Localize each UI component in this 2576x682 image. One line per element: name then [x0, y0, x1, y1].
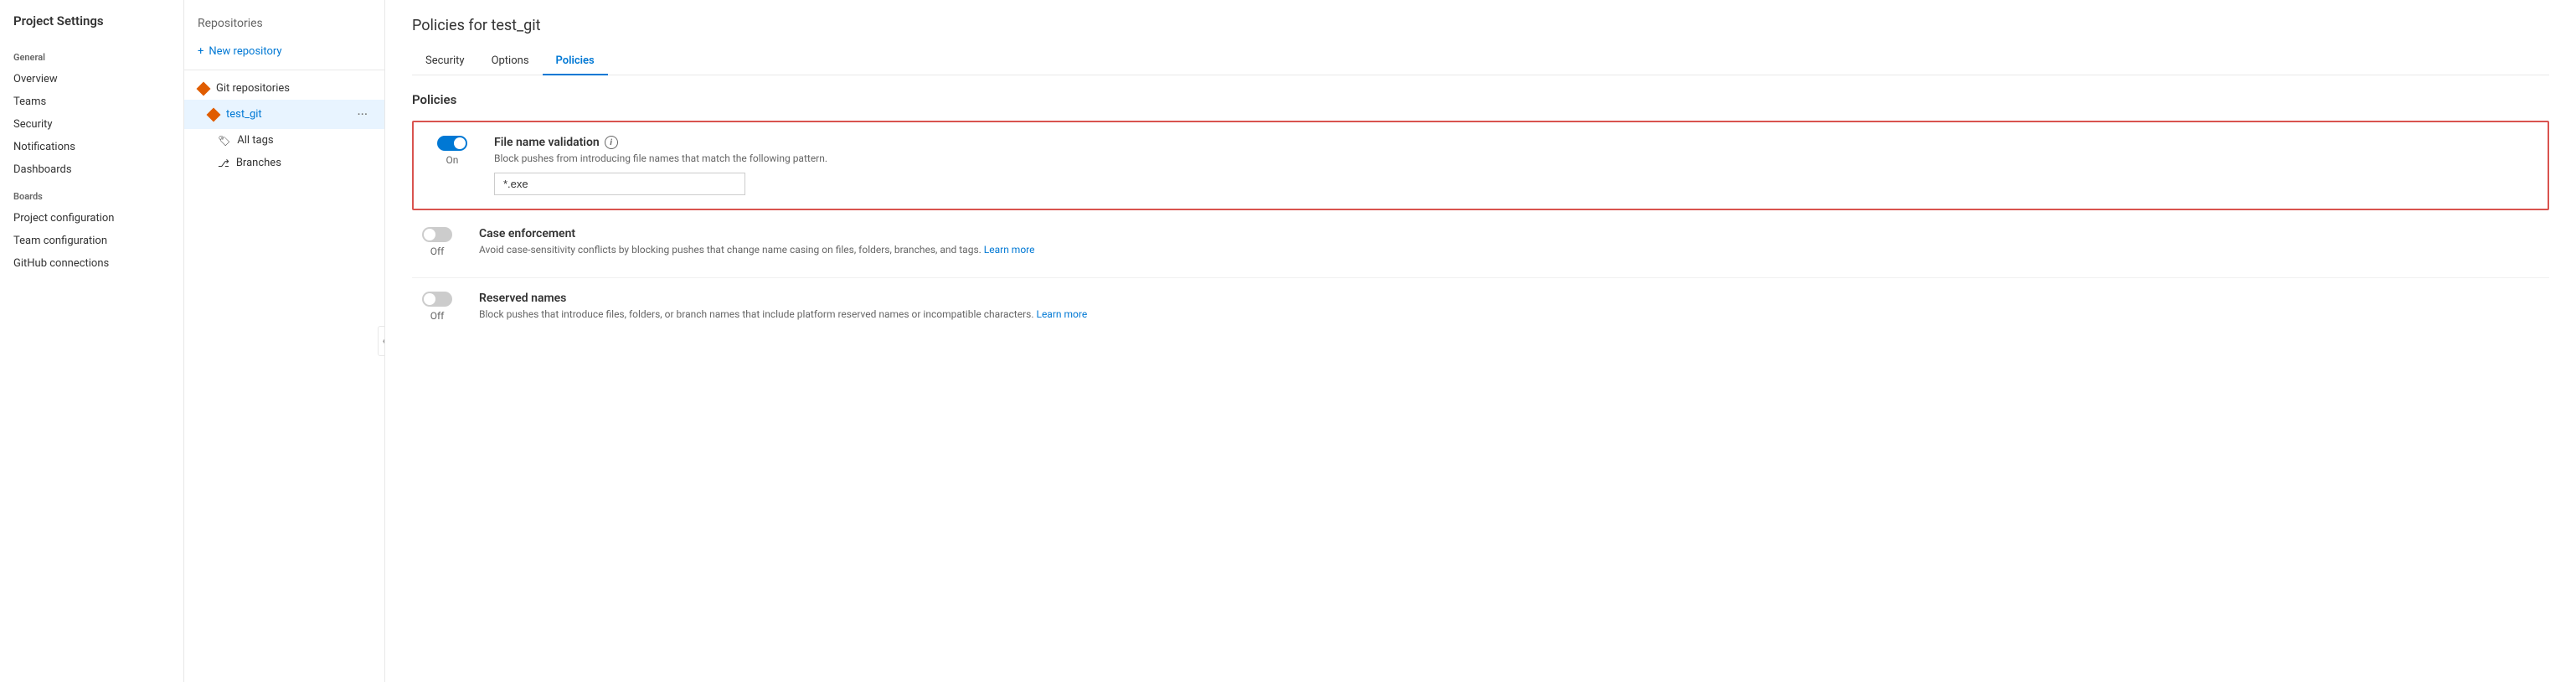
policy-status-reserved: Off — [430, 310, 445, 322]
file-name-pattern-input[interactable] — [494, 173, 745, 195]
policy-toggle-area-file-name: On — [427, 136, 477, 166]
sidebar-item-teams[interactable]: Teams — [0, 90, 183, 113]
policy-file-name-validation: On File name validation i Block pushes f… — [412, 121, 2549, 210]
project-settings-title: Project Settings — [0, 13, 183, 42]
tag-icon: 🏷 — [218, 135, 230, 147]
repositories-title: Repositories — [184, 10, 384, 40]
general-section-label: General — [0, 42, 183, 68]
toggle-file-name-validation[interactable] — [437, 136, 467, 151]
tab-policies[interactable]: Policies — [543, 48, 608, 75]
tab-security[interactable]: Security — [412, 48, 478, 75]
policy-content-file-name: File name validation i Block pushes from… — [494, 136, 2534, 195]
repo-diamond-icon — [208, 109, 219, 121]
policies-section-title: Policies — [412, 92, 2549, 107]
sidebar-item-project-configuration[interactable]: Project configuration — [0, 207, 183, 230]
branch-icon: ⎇ — [218, 158, 229, 169]
branches-item[interactable]: ⎇ Branches — [184, 152, 384, 174]
sidebar-item-github-connections[interactable]: GitHub connections — [0, 252, 183, 275]
policy-desc-case: Avoid case-sensitivity conflicts by bloc… — [479, 244, 2549, 256]
repo-more-button[interactable]: ··· — [353, 105, 371, 124]
policy-case-enforcement: Off Case enforcement Avoid case-sensitiv… — [412, 214, 2549, 278]
policy-title-case: Case enforcement — [479, 227, 2549, 240]
policy-title-reserved: Reserved names — [479, 292, 2549, 305]
policy-toggle-area-case: Off — [412, 227, 462, 257]
sidebar-item-notifications[interactable]: Notifications — [0, 136, 183, 158]
mid-panel: ❮ Repositories + New repository Git repo… — [184, 0, 385, 682]
toggle-case-enforcement[interactable] — [422, 227, 452, 242]
toggle-slider-reserved — [422, 292, 452, 307]
policy-status-file-name: On — [446, 154, 459, 166]
toggle-reserved-names[interactable] — [422, 292, 452, 307]
info-icon-file-name[interactable]: i — [605, 136, 618, 149]
case-learn-more-link[interactable]: Learn more — [984, 244, 1035, 256]
policy-toggle-area-reserved: Off — [412, 292, 462, 322]
tabs-bar: Security Options Policies — [412, 48, 2549, 75]
collapse-button[interactable]: ❮ — [378, 326, 385, 356]
policy-title-file-name: File name validation i — [494, 136, 2534, 149]
page-title: Policies for test_git — [412, 17, 2549, 34]
plus-icon: + — [198, 45, 204, 58]
policy-status-case: Off — [430, 245, 445, 257]
reserved-learn-more-link[interactable]: Learn more — [1036, 308, 1087, 320]
policy-desc-reserved: Block pushes that introduce files, folde… — [479, 308, 2549, 320]
policy-content-reserved: Reserved names Block pushes that introdu… — [479, 292, 2549, 328]
new-repository-button[interactable]: + New repository — [184, 40, 384, 63]
policy-reserved-names: Off Reserved names Block pushes that int… — [412, 278, 2549, 342]
left-sidebar: Project Settings General Overview Teams … — [0, 0, 184, 682]
sidebar-item-dashboards[interactable]: Dashboards — [0, 158, 183, 181]
toggle-slider-case — [422, 227, 452, 242]
boards-section-label: Boards — [0, 181, 183, 207]
main-content: Policies for test_git Security Options P… — [385, 0, 2576, 682]
sidebar-item-security[interactable]: Security — [0, 113, 183, 136]
sidebar-item-overview[interactable]: Overview — [0, 68, 183, 90]
git-repositories-header: Git repositories — [184, 77, 384, 100]
diamond-repo-icon — [198, 83, 209, 95]
all-tags-item[interactable]: 🏷 All tags — [184, 129, 384, 152]
repo-item-test-git[interactable]: test_git ··· — [184, 100, 384, 129]
tab-options[interactable]: Options — [478, 48, 543, 75]
toggle-slider-file-name — [437, 136, 467, 151]
policy-content-case: Case enforcement Avoid case-sensitivity … — [479, 227, 2549, 264]
sidebar-item-team-configuration[interactable]: Team configuration — [0, 230, 183, 252]
policy-desc-file-name: Block pushes from introducing file names… — [494, 152, 2534, 164]
